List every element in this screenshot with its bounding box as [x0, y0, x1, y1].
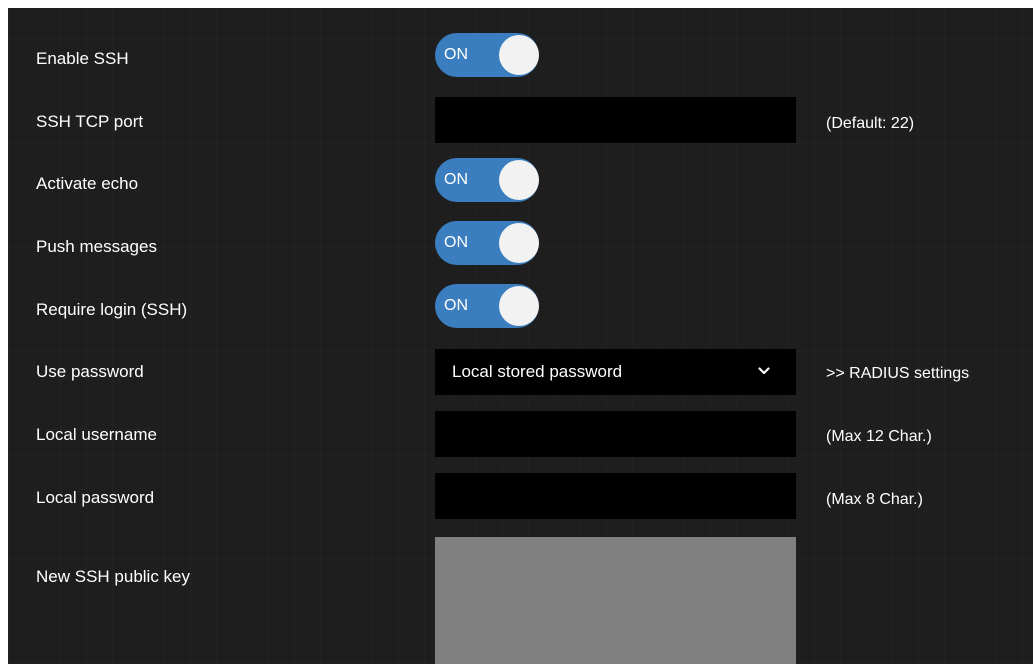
activate-echo-toggle-state: ON: [444, 171, 468, 188]
use-password-select[interactable]: Local stored password: [435, 349, 796, 395]
toggle-knob: [499, 223, 539, 263]
activate-echo-toggle[interactable]: ON: [435, 158, 539, 202]
toggle-knob: [499, 35, 539, 75]
activate-echo-label: Activate echo: [36, 174, 139, 193]
require-login-label: Require login (SSH): [36, 300, 188, 319]
toggle-knob: [499, 286, 539, 326]
push-messages-toggle-state: ON: [444, 234, 468, 251]
local-username-hint: (Max 12 Char.): [826, 428, 932, 445]
enable-ssh-toggle-state: ON: [444, 46, 468, 63]
ssh-tcp-port-input[interactable]: [435, 97, 796, 143]
use-password-label: Use password: [36, 362, 144, 381]
enable-ssh-label: Enable SSH: [36, 49, 129, 68]
ssh-tcp-port-label: SSH TCP port: [36, 112, 144, 131]
new-ssh-public-key-textarea[interactable]: [435, 537, 796, 664]
push-messages-label: Push messages: [36, 237, 157, 256]
new-ssh-public-key-label: New SSH public key: [36, 567, 191, 586]
chevron-down-icon: [758, 367, 770, 375]
toggle-knob: [499, 160, 539, 200]
ssh-tcp-port-hint: (Default: 22): [826, 115, 915, 132]
local-password-hint: (Max 8 Char.): [826, 491, 923, 508]
ssh-settings-panel: Enable SSH ON SSH TCP port (Default: 22)…: [8, 8, 1033, 664]
local-username-label: Local username: [36, 425, 157, 444]
local-password-input[interactable]: [435, 473, 796, 519]
use-password-selected: Local stored password: [452, 362, 623, 381]
require-login-toggle-state: ON: [444, 297, 468, 314]
local-password-label: Local password: [36, 488, 155, 507]
enable-ssh-toggle[interactable]: ON: [435, 33, 539, 77]
local-username-input[interactable]: [435, 411, 796, 457]
require-login-toggle[interactable]: ON: [435, 284, 539, 328]
radius-settings-link[interactable]: >> RADIUS settings: [826, 364, 969, 384]
push-messages-toggle[interactable]: ON: [435, 221, 539, 265]
